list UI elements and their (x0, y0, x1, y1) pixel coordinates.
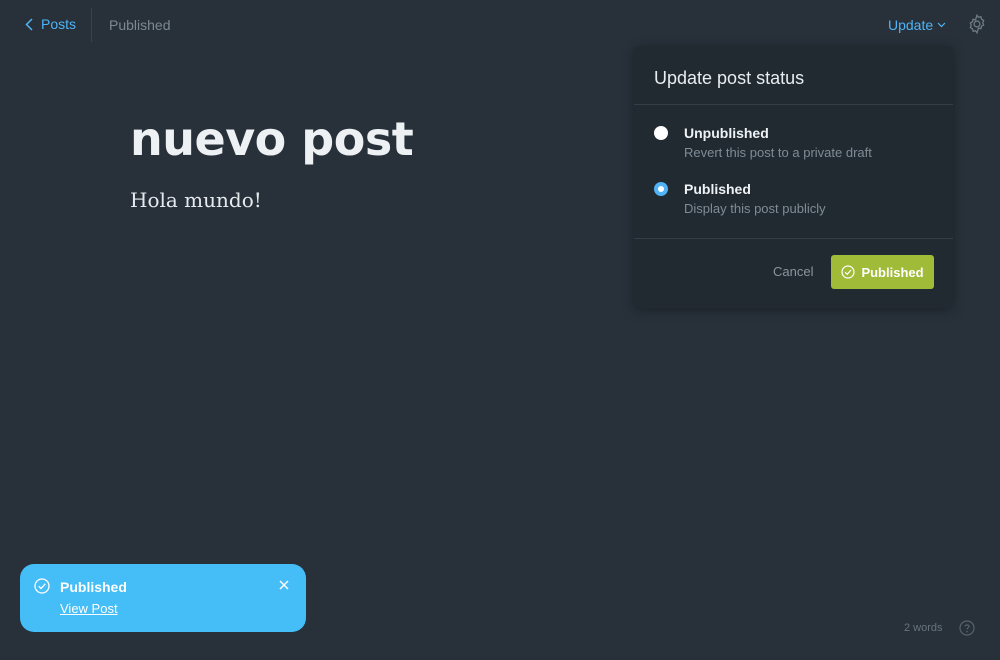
published-toast: Published View Post (20, 564, 306, 632)
chevron-left-icon (25, 17, 33, 31)
option-published[interactable]: Published Display this post publicly (654, 181, 934, 217)
back-link-label: Posts (41, 16, 77, 32)
option-unpublished[interactable]: Unpublished Revert this post to a privat… (654, 125, 934, 161)
cancel-button[interactable]: Cancel (773, 264, 813, 279)
word-count: 2 words (904, 622, 943, 634)
chevron-down-icon (937, 22, 946, 28)
option-description: Display this post publicly (684, 201, 826, 216)
post-status-text: Published (109, 17, 171, 33)
publish-button[interactable]: Published (831, 255, 934, 289)
top-bar: Posts Published Update (0, 0, 1000, 48)
view-post-link[interactable]: View Post (60, 601, 118, 616)
update-button[interactable]: Update (888, 17, 946, 33)
popover-title: Update post status (654, 68, 805, 88)
gear-icon[interactable] (966, 13, 988, 35)
back-to-posts-link[interactable]: Posts (25, 16, 76, 32)
popover-footer-divider (634, 238, 953, 239)
publish-button-label: Published (861, 264, 924, 280)
post-title[interactable]: nuevo post (130, 112, 414, 166)
unpublished-radio[interactable] (654, 126, 668, 140)
check-circle-icon (841, 265, 856, 279)
help-icon[interactable] (959, 620, 975, 636)
option-label: Unpublished (684, 125, 769, 141)
update-button-label: Update (888, 17, 934, 33)
post-status-popover: Update post status Unpublished Revert th… (634, 46, 953, 308)
close-icon[interactable] (278, 579, 290, 591)
toast-title: Published (60, 579, 127, 595)
option-description: Revert this post to a private draft (684, 145, 872, 160)
post-body[interactable]: Hola mundo! (130, 188, 262, 212)
check-circle-icon (34, 578, 50, 594)
option-label: Published (684, 181, 751, 197)
popover-divider (634, 104, 953, 105)
published-radio[interactable] (654, 182, 668, 196)
header-divider (91, 8, 92, 42)
